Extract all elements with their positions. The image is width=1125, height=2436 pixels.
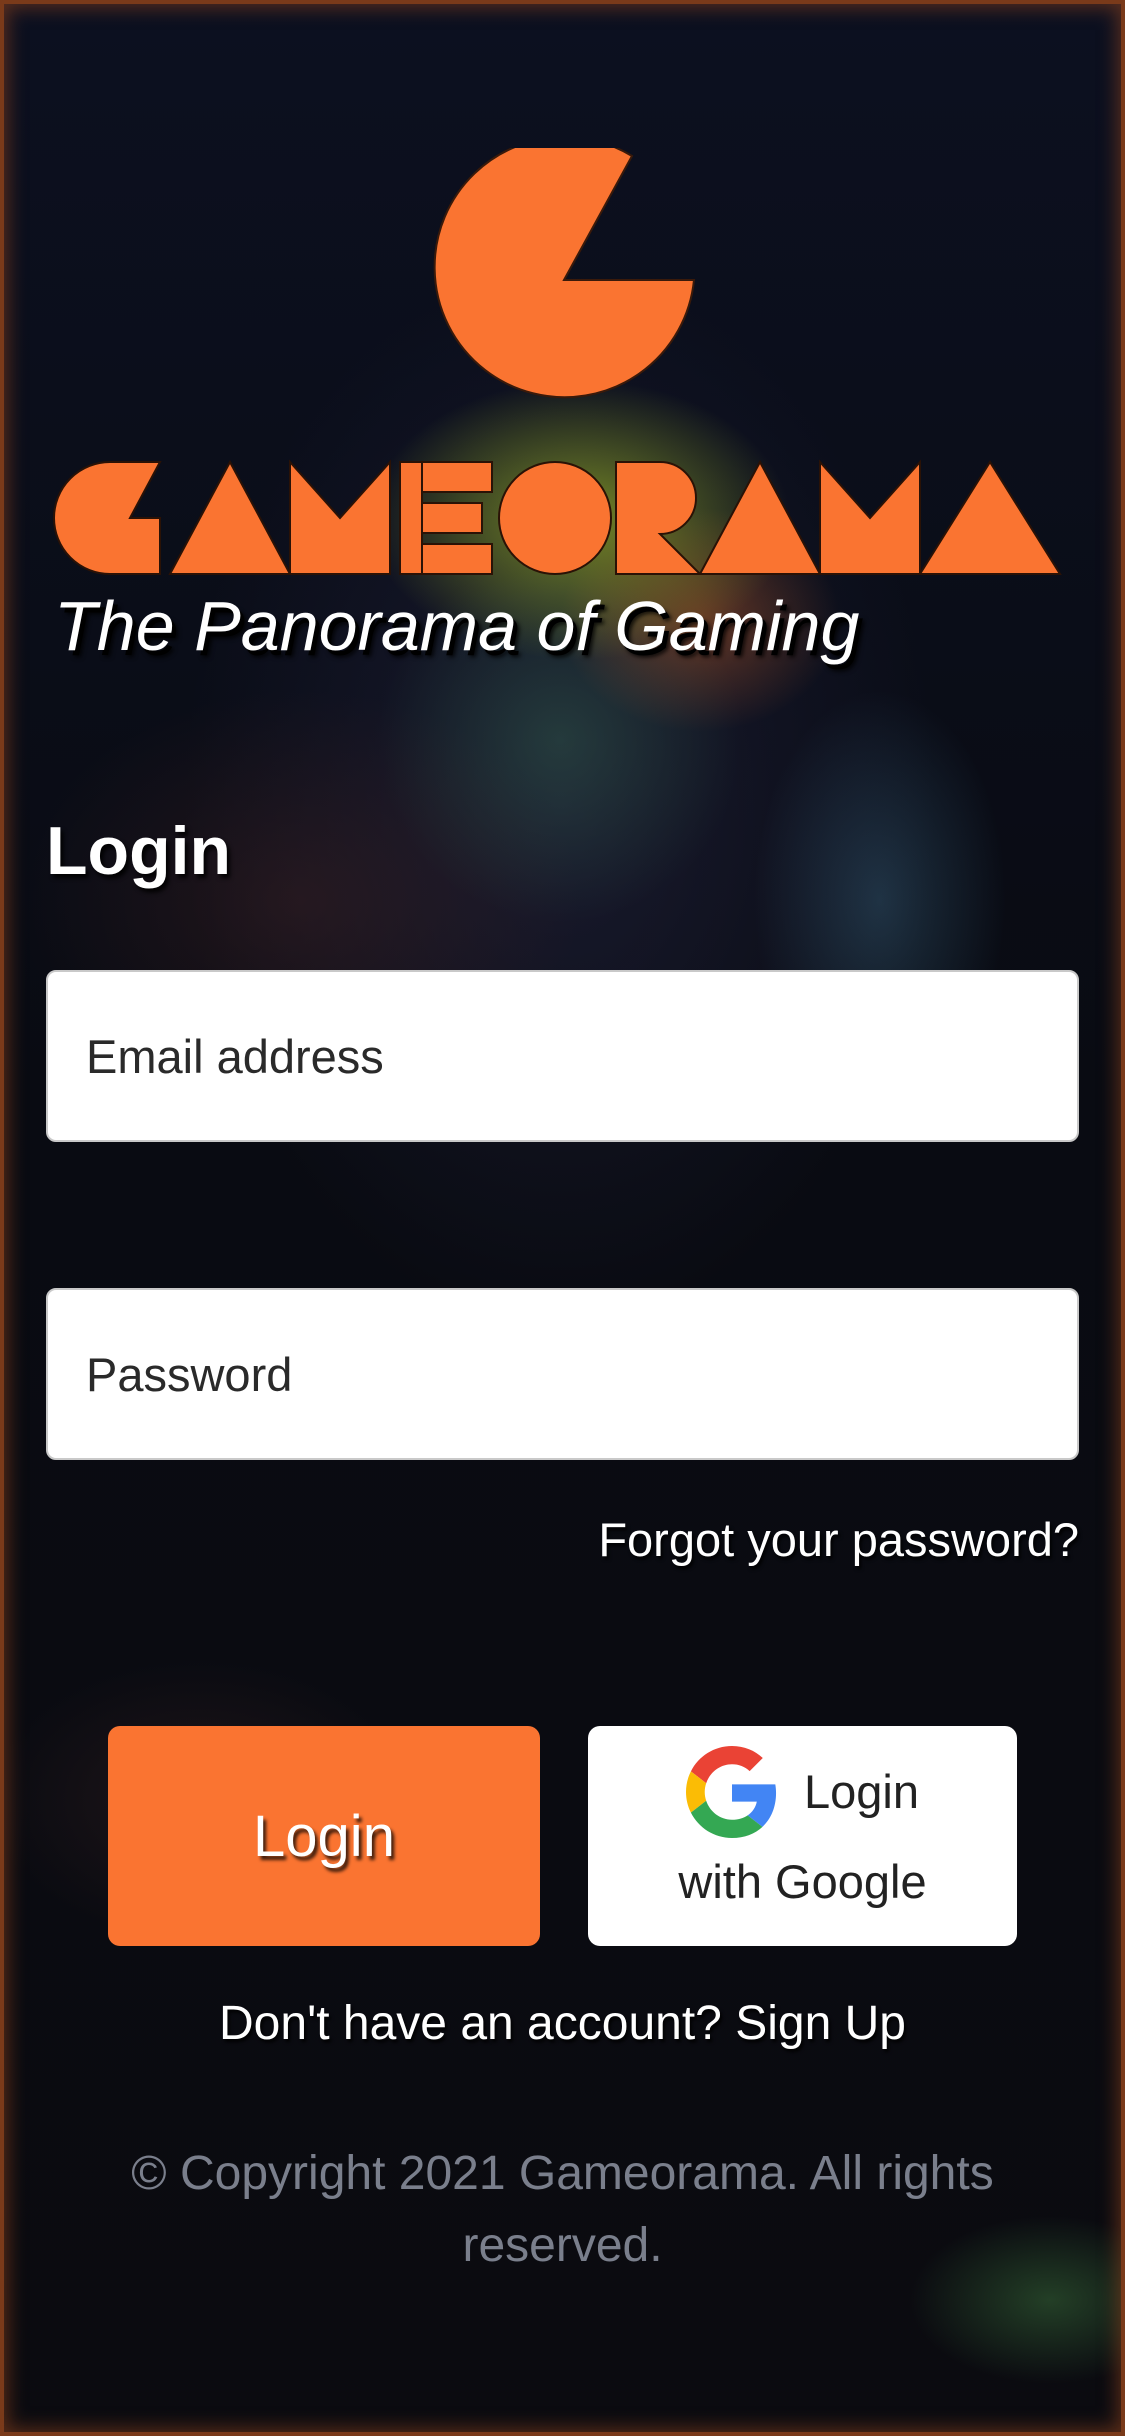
google-button-row: Login: [686, 1746, 919, 1838]
login-title: Login: [46, 813, 232, 889]
signup-prompt: Don't have an account? Sign Up: [0, 1996, 1125, 2051]
google-login-button[interactable]: Login with Google: [588, 1726, 1017, 1946]
login-button[interactable]: Login: [108, 1726, 540, 1946]
brand-wordmark-logo: [53, 459, 1062, 575]
password-input[interactable]: [46, 1288, 1079, 1460]
copyright-text: © Copyright 2021 Gameorama. All rights r…: [131, 2147, 994, 2272]
brand-tagline: The Panorama of Gaming: [54, 587, 860, 665]
google-button-label-line1: Login: [804, 1765, 919, 1818]
forgot-password-link[interactable]: Forgot your password?: [598, 1512, 1079, 1567]
google-button-label-line2: with Google: [678, 1855, 927, 1908]
signup-prompt-text: Don't have an account?: [219, 1997, 722, 2050]
logo-mark-icon: [433, 148, 696, 399]
google-g-icon: [686, 1746, 777, 1838]
signup-link[interactable]: Sign Up: [735, 1997, 906, 2050]
email-input[interactable]: [46, 970, 1079, 1142]
